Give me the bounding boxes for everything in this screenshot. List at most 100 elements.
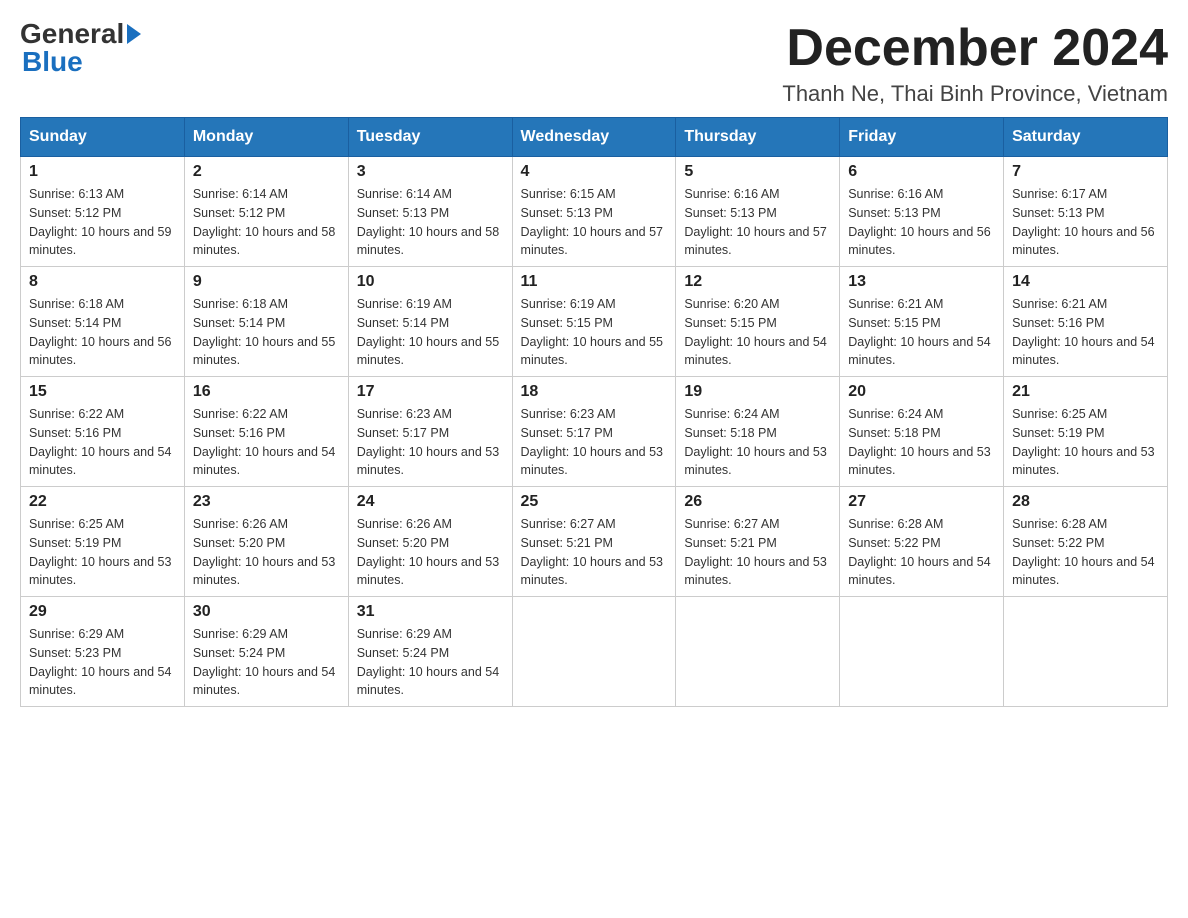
logo-general-text: General	[20, 20, 124, 48]
calendar-cell-w2-d4: 12 Sunrise: 6:20 AM Sunset: 5:15 PM Dayl…	[676, 267, 840, 377]
day-number: 6	[848, 163, 995, 181]
calendar-cell-w4-d2: 24 Sunrise: 6:26 AM Sunset: 5:20 PM Dayl…	[348, 487, 512, 597]
header-wednesday: Wednesday	[512, 118, 676, 157]
header-thursday: Thursday	[676, 118, 840, 157]
day-number: 17	[357, 383, 504, 401]
calendar-cell-w3-d5: 20 Sunrise: 6:24 AM Sunset: 5:18 PM Dayl…	[840, 377, 1004, 487]
day-number: 24	[357, 493, 504, 511]
day-info: Sunrise: 6:29 AM Sunset: 5:23 PM Dayligh…	[29, 625, 176, 700]
header-monday: Monday	[184, 118, 348, 157]
calendar-cell-w5-d5	[840, 597, 1004, 707]
calendar-cell-w3-d1: 16 Sunrise: 6:22 AM Sunset: 5:16 PM Dayl…	[184, 377, 348, 487]
day-info: Sunrise: 6:25 AM Sunset: 5:19 PM Dayligh…	[29, 515, 176, 590]
calendar-cell-w1-d3: 4 Sunrise: 6:15 AM Sunset: 5:13 PM Dayli…	[512, 157, 676, 267]
day-number: 3	[357, 163, 504, 181]
day-info: Sunrise: 6:20 AM Sunset: 5:15 PM Dayligh…	[684, 295, 831, 370]
calendar-cell-w3-d4: 19 Sunrise: 6:24 AM Sunset: 5:18 PM Dayl…	[676, 377, 840, 487]
day-info: Sunrise: 6:17 AM Sunset: 5:13 PM Dayligh…	[1012, 185, 1159, 260]
week-row-5: 29 Sunrise: 6:29 AM Sunset: 5:23 PM Dayl…	[21, 597, 1168, 707]
day-info: Sunrise: 6:24 AM Sunset: 5:18 PM Dayligh…	[684, 405, 831, 480]
weekday-header-row: Sunday Monday Tuesday Wednesday Thursday…	[21, 118, 1168, 157]
day-number: 25	[521, 493, 668, 511]
week-row-3: 15 Sunrise: 6:22 AM Sunset: 5:16 PM Dayl…	[21, 377, 1168, 487]
day-number: 16	[193, 383, 340, 401]
calendar-cell-w5-d6	[1004, 597, 1168, 707]
day-number: 23	[193, 493, 340, 511]
calendar-cell-w3-d2: 17 Sunrise: 6:23 AM Sunset: 5:17 PM Dayl…	[348, 377, 512, 487]
day-info: Sunrise: 6:15 AM Sunset: 5:13 PM Dayligh…	[521, 185, 668, 260]
day-number: 2	[193, 163, 340, 181]
header-friday: Friday	[840, 118, 1004, 157]
day-info: Sunrise: 6:21 AM Sunset: 5:15 PM Dayligh…	[848, 295, 995, 370]
calendar-cell-w2-d2: 10 Sunrise: 6:19 AM Sunset: 5:14 PM Dayl…	[348, 267, 512, 377]
calendar-cell-w4-d5: 27 Sunrise: 6:28 AM Sunset: 5:22 PM Dayl…	[840, 487, 1004, 597]
day-info: Sunrise: 6:13 AM Sunset: 5:12 PM Dayligh…	[29, 185, 176, 260]
day-number: 31	[357, 603, 504, 621]
calendar-cell-w1-d2: 3 Sunrise: 6:14 AM Sunset: 5:13 PM Dayli…	[348, 157, 512, 267]
day-number: 28	[1012, 493, 1159, 511]
calendar-cell-w4-d3: 25 Sunrise: 6:27 AM Sunset: 5:21 PM Dayl…	[512, 487, 676, 597]
calendar-cell-w1-d1: 2 Sunrise: 6:14 AM Sunset: 5:12 PM Dayli…	[184, 157, 348, 267]
day-number: 14	[1012, 273, 1159, 291]
day-info: Sunrise: 6:18 AM Sunset: 5:14 PM Dayligh…	[193, 295, 340, 370]
day-number: 29	[29, 603, 176, 621]
day-number: 9	[193, 273, 340, 291]
logo: General Blue	[20, 20, 141, 76]
calendar-cell-w4-d0: 22 Sunrise: 6:25 AM Sunset: 5:19 PM Dayl…	[21, 487, 185, 597]
day-number: 4	[521, 163, 668, 181]
day-number: 13	[848, 273, 995, 291]
day-info: Sunrise: 6:28 AM Sunset: 5:22 PM Dayligh…	[1012, 515, 1159, 590]
calendar-cell-w5-d2: 31 Sunrise: 6:29 AM Sunset: 5:24 PM Dayl…	[348, 597, 512, 707]
calendar-cell-w4-d4: 26 Sunrise: 6:27 AM Sunset: 5:21 PM Dayl…	[676, 487, 840, 597]
day-info: Sunrise: 6:29 AM Sunset: 5:24 PM Dayligh…	[357, 625, 504, 700]
day-info: Sunrise: 6:28 AM Sunset: 5:22 PM Dayligh…	[848, 515, 995, 590]
title-section: December 2024 Thanh Ne, Thai Binh Provin…	[782, 20, 1168, 107]
calendar-cell-w2-d1: 9 Sunrise: 6:18 AM Sunset: 5:14 PM Dayli…	[184, 267, 348, 377]
day-number: 18	[521, 383, 668, 401]
calendar-cell-w5-d3	[512, 597, 676, 707]
logo-triangle-icon	[127, 24, 141, 44]
calendar-cell-w1-d4: 5 Sunrise: 6:16 AM Sunset: 5:13 PM Dayli…	[676, 157, 840, 267]
day-info: Sunrise: 6:22 AM Sunset: 5:16 PM Dayligh…	[29, 405, 176, 480]
day-info: Sunrise: 6:27 AM Sunset: 5:21 PM Dayligh…	[684, 515, 831, 590]
day-number: 21	[1012, 383, 1159, 401]
day-info: Sunrise: 6:21 AM Sunset: 5:16 PM Dayligh…	[1012, 295, 1159, 370]
day-info: Sunrise: 6:24 AM Sunset: 5:18 PM Dayligh…	[848, 405, 995, 480]
day-number: 27	[848, 493, 995, 511]
day-info: Sunrise: 6:14 AM Sunset: 5:12 PM Dayligh…	[193, 185, 340, 260]
day-number: 10	[357, 273, 504, 291]
day-info: Sunrise: 6:23 AM Sunset: 5:17 PM Dayligh…	[521, 405, 668, 480]
calendar-cell-w1-d6: 7 Sunrise: 6:17 AM Sunset: 5:13 PM Dayli…	[1004, 157, 1168, 267]
calendar-cell-w5-d0: 29 Sunrise: 6:29 AM Sunset: 5:23 PM Dayl…	[21, 597, 185, 707]
calendar-cell-w3-d3: 18 Sunrise: 6:23 AM Sunset: 5:17 PM Dayl…	[512, 377, 676, 487]
day-info: Sunrise: 6:29 AM Sunset: 5:24 PM Dayligh…	[193, 625, 340, 700]
day-info: Sunrise: 6:23 AM Sunset: 5:17 PM Dayligh…	[357, 405, 504, 480]
calendar-cell-w1-d0: 1 Sunrise: 6:13 AM Sunset: 5:12 PM Dayli…	[21, 157, 185, 267]
calendar-cell-w3-d6: 21 Sunrise: 6:25 AM Sunset: 5:19 PM Dayl…	[1004, 377, 1168, 487]
calendar-table: Sunday Monday Tuesday Wednesday Thursday…	[20, 117, 1168, 707]
calendar-cell-w2-d6: 14 Sunrise: 6:21 AM Sunset: 5:16 PM Dayl…	[1004, 267, 1168, 377]
day-number: 5	[684, 163, 831, 181]
day-number: 8	[29, 273, 176, 291]
day-number: 7	[1012, 163, 1159, 181]
location-subtitle: Thanh Ne, Thai Binh Province, Vietnam	[782, 81, 1168, 107]
day-number: 11	[521, 273, 668, 291]
header-sunday: Sunday	[21, 118, 185, 157]
day-number: 20	[848, 383, 995, 401]
calendar-cell-w2-d0: 8 Sunrise: 6:18 AM Sunset: 5:14 PM Dayli…	[21, 267, 185, 377]
logo-general: General	[20, 20, 141, 48]
header-tuesday: Tuesday	[348, 118, 512, 157]
logo-blue-text: Blue	[22, 48, 141, 76]
day-info: Sunrise: 6:14 AM Sunset: 5:13 PM Dayligh…	[357, 185, 504, 260]
day-info: Sunrise: 6:19 AM Sunset: 5:15 PM Dayligh…	[521, 295, 668, 370]
day-number: 1	[29, 163, 176, 181]
day-info: Sunrise: 6:16 AM Sunset: 5:13 PM Dayligh…	[684, 185, 831, 260]
calendar-cell-w1-d5: 6 Sunrise: 6:16 AM Sunset: 5:13 PM Dayli…	[840, 157, 1004, 267]
day-info: Sunrise: 6:16 AM Sunset: 5:13 PM Dayligh…	[848, 185, 995, 260]
calendar-cell-w4-d6: 28 Sunrise: 6:28 AM Sunset: 5:22 PM Dayl…	[1004, 487, 1168, 597]
calendar-cell-w3-d0: 15 Sunrise: 6:22 AM Sunset: 5:16 PM Dayl…	[21, 377, 185, 487]
day-number: 30	[193, 603, 340, 621]
calendar-cell-w2-d5: 13 Sunrise: 6:21 AM Sunset: 5:15 PM Dayl…	[840, 267, 1004, 377]
day-number: 15	[29, 383, 176, 401]
day-info: Sunrise: 6:26 AM Sunset: 5:20 PM Dayligh…	[357, 515, 504, 590]
